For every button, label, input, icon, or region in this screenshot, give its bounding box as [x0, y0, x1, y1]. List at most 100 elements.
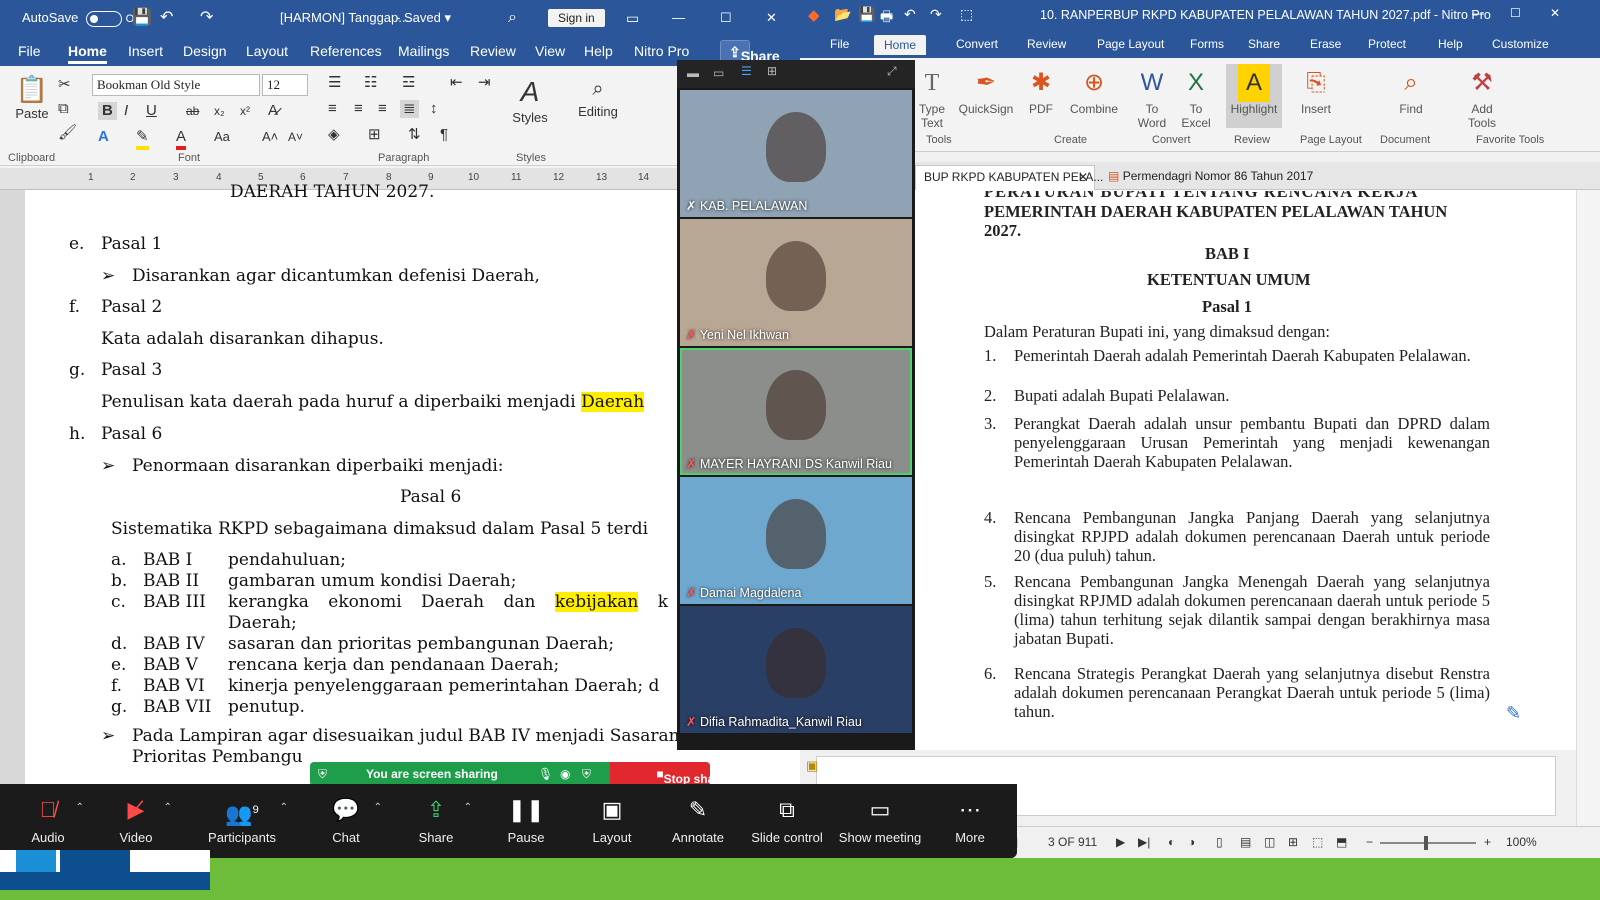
- participant-tile[interactable]: ✗ Yeni Nel Ikhwan: [680, 219, 912, 346]
- minimize-icon[interactable]: —: [672, 0, 685, 36]
- nitro-menu-share[interactable]: Share: [1248, 37, 1280, 51]
- nitro-menu-customize[interactable]: Customize: [1492, 37, 1549, 51]
- ribbon-display-icon[interactable]: ▭: [626, 0, 639, 36]
- zoom-slider[interactable]: [1380, 842, 1476, 844]
- select-icon[interactable]: ⬚: [960, 6, 973, 23]
- zoom-in-icon[interactable]: +: [1484, 835, 1491, 849]
- maximize-icon[interactable]: ☐: [720, 0, 732, 36]
- styles-button[interactable]: A Styles: [508, 74, 552, 125]
- show-meeting-button[interactable]: ▭ Show meeting: [832, 790, 928, 845]
- search-icon[interactable]: ⌕: [508, 0, 517, 36]
- doc-tab-permendagri[interactable]: ▤ Permendagri Nomor 86 Tahun 2017: [1100, 165, 1321, 190]
- find-button[interactable]: ⌕ Find: [1390, 64, 1432, 116]
- combine-button[interactable]: ⊕ Combine: [1066, 64, 1122, 116]
- single-page-icon[interactable]: ▯: [1216, 835, 1223, 849]
- save-icon[interactable]: 💾: [858, 6, 875, 23]
- grid-view-icon[interactable]: ⊞: [1288, 835, 1298, 849]
- strikethrough-icon[interactable]: ab: [186, 102, 199, 120]
- participant-tile[interactable]: ✗ MAYER HAYRANI DS Kanwil Riau: [680, 348, 912, 475]
- forward-icon[interactable]: ◑: [1188, 835, 1195, 849]
- save-icon[interactable]: 💾: [132, 0, 152, 36]
- menu-layout[interactable]: Layout: [246, 43, 288, 59]
- minimize-icon[interactable]: —: [1472, 6, 1484, 20]
- format-painter-icon[interactable]: 🖌: [58, 124, 77, 142]
- doc-tab-ranperbup[interactable]: BUP RKPD KABUPATEN PELA... ✕: [915, 165, 1103, 190]
- close-icon[interactable]: ✕: [766, 0, 777, 36]
- font-name-field[interactable]: Bookman Old Style: [92, 74, 260, 96]
- paste-button[interactable]: 📋 Paste: [12, 72, 52, 121]
- decrease-indent-icon[interactable]: ⇤: [450, 74, 463, 92]
- font-color-icon[interactable]: A: [176, 128, 187, 150]
- italic-icon[interactable]: I: [124, 102, 128, 120]
- nitro-menu-home[interactable]: Home: [874, 35, 927, 55]
- pause-share-button[interactable]: ❚❚ Pause: [486, 790, 566, 845]
- fit-width-icon[interactable]: ⬒: [1336, 835, 1347, 849]
- numbering-icon[interactable]: ☷: [364, 74, 377, 92]
- menu-view[interactable]: View: [535, 43, 565, 59]
- next-page-icon[interactable]: ▶: [1116, 835, 1125, 849]
- superscript-icon[interactable]: x²: [240, 102, 250, 120]
- pdf-page[interactable]: PERATURAN BUPATI TENTANG RENCANA KERJA P…: [800, 190, 1600, 750]
- slide-control-button[interactable]: ⧉ Slide control: [742, 790, 832, 845]
- align-left-icon[interactable]: ≡: [328, 100, 337, 118]
- chat-button[interactable]: 💬 Chat ⌃: [306, 790, 386, 845]
- print-icon[interactable]: 🖶: [880, 6, 893, 30]
- change-case-icon[interactable]: Aa: [214, 128, 230, 146]
- chevron-up-icon[interactable]: ⌃: [464, 802, 472, 813]
- font-size-field[interactable]: 12: [262, 74, 308, 96]
- show-marks-icon[interactable]: ¶: [440, 126, 448, 144]
- zoom-slider-thumb[interactable]: [1424, 836, 1428, 850]
- bullets-icon[interactable]: ☰: [328, 74, 341, 92]
- menu-mailings[interactable]: Mailings: [398, 43, 449, 59]
- nitro-menu-file[interactable]: File: [830, 37, 849, 51]
- redo-icon[interactable]: ↷: [930, 6, 942, 23]
- text-effects-icon[interactable]: A: [98, 128, 109, 146]
- add-tools-button[interactable]: ⚒ Add Tools: [1454, 64, 1510, 130]
- copy-icon[interactable]: ⧉: [58, 100, 69, 118]
- to-word-button[interactable]: W To Word: [1130, 64, 1174, 130]
- line-spacing-icon[interactable]: ↕: [430, 100, 438, 118]
- nitro-menu-help[interactable]: Help: [1438, 37, 1463, 51]
- more-button[interactable]: ⋯ More: [930, 790, 1010, 845]
- justify-icon[interactable]: ≣: [400, 100, 419, 118]
- comment-icon[interactable]: ▣: [806, 758, 818, 774]
- grow-font-icon[interactable]: A˄: [262, 128, 278, 146]
- menu-file[interactable]: File: [18, 43, 41, 59]
- continuous-icon[interactable]: ▤: [1240, 835, 1251, 849]
- maximize-icon[interactable]: ☐: [1510, 6, 1521, 20]
- chevron-up-icon[interactable]: ⌃: [280, 802, 288, 813]
- highlight-icon[interactable]: ✎: [136, 128, 149, 150]
- participant-tile[interactable]: ✗ KAB. PELALAWAN: [680, 90, 912, 217]
- last-page-icon[interactable]: ▶|: [1138, 835, 1150, 849]
- participant-tile[interactable]: ✗ Damai Magdalena: [680, 477, 912, 604]
- nitro-menu-forms[interactable]: Forms: [1190, 37, 1224, 51]
- quicksign-button[interactable]: ✒ QuickSign: [954, 64, 1018, 116]
- sign-in-button[interactable]: Sign in: [548, 9, 605, 27]
- insert-button[interactable]: ⎘ Insert: [1294, 64, 1338, 116]
- nitro-menu-convert[interactable]: Convert: [956, 37, 998, 51]
- shrink-font-icon[interactable]: A˅: [288, 128, 303, 146]
- speaker-view-icon[interactable]: ☰: [741, 64, 752, 78]
- nitro-menu-erase[interactable]: Erase: [1310, 37, 1341, 51]
- borders-icon[interactable]: ⊞: [368, 126, 381, 144]
- menu-design[interactable]: Design: [183, 43, 227, 59]
- multilevel-icon[interactable]: ☲: [402, 74, 415, 92]
- align-right-icon[interactable]: ≡: [378, 100, 387, 118]
- expand-icon[interactable]: ⤢: [887, 64, 897, 79]
- menu-nitro-pro[interactable]: Nitro Pro: [634, 43, 689, 59]
- nitro-menu-page-layout[interactable]: Page Layout: [1097, 37, 1164, 51]
- bold-icon[interactable]: B: [98, 102, 117, 120]
- increase-indent-icon[interactable]: ⇥: [478, 74, 491, 92]
- nitro-menu-protect[interactable]: Protect: [1368, 37, 1406, 51]
- menu-insert[interactable]: Insert: [128, 43, 163, 59]
- vertical-scrollbar[interactable]: [1576, 190, 1600, 826]
- undo-icon[interactable]: ↶: [904, 6, 916, 23]
- audio-button[interactable]: 🎙̸ Audio ⌃: [8, 790, 88, 845]
- gallery-view-icon[interactable]: ⊞: [767, 64, 777, 78]
- menu-help[interactable]: Help: [584, 43, 613, 59]
- chevron-up-icon[interactable]: ⌃: [76, 802, 84, 813]
- menu-references[interactable]: References: [310, 43, 382, 59]
- close-icon[interactable]: ✕: [1550, 6, 1560, 20]
- align-center-icon[interactable]: ≡: [354, 100, 363, 118]
- cut-icon[interactable]: ✂: [58, 76, 71, 94]
